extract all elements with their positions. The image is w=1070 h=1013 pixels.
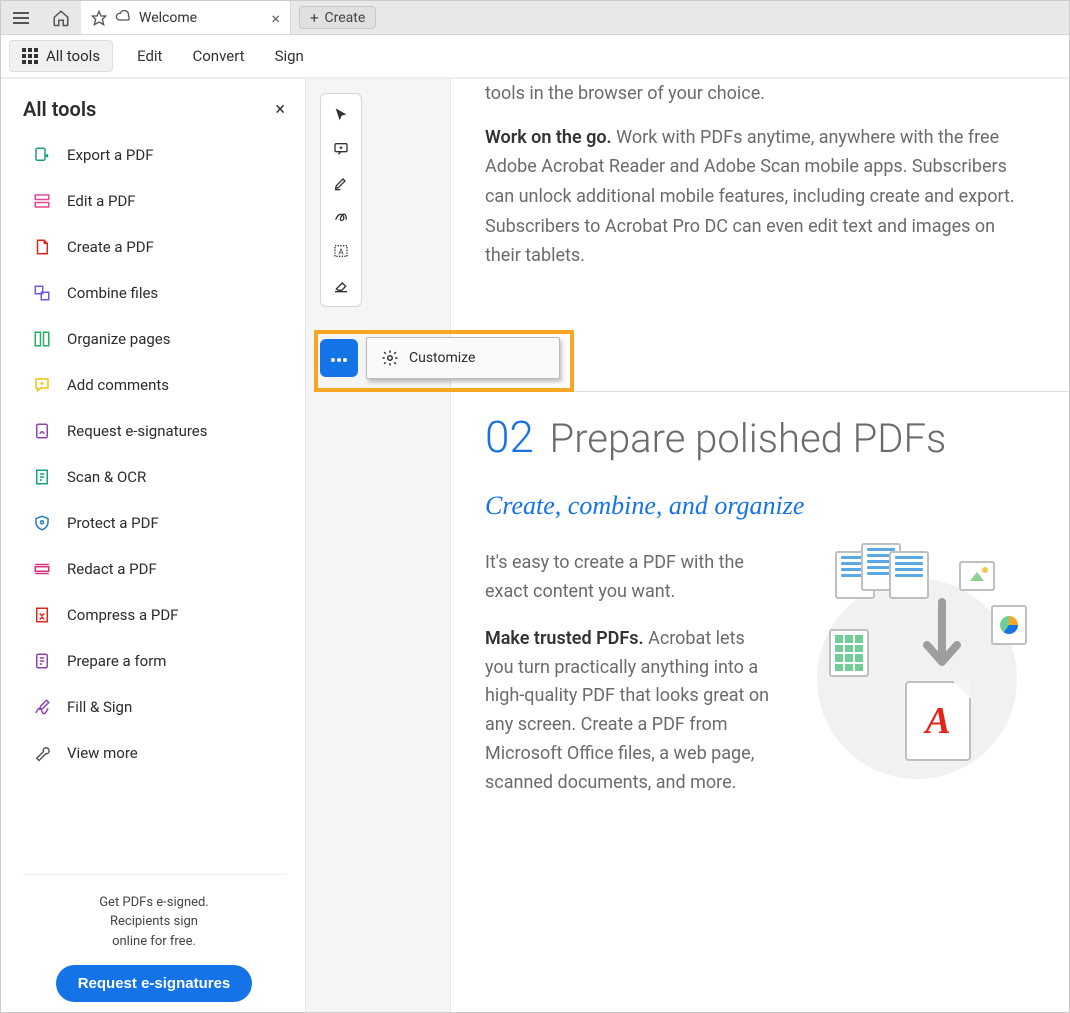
panel-title: All tools: [23, 97, 96, 121]
promo-text: Get PDFs e-signed. Recipients sign onlin…: [23, 893, 285, 952]
tool-label: Compress a PDF: [67, 606, 178, 624]
tool-list: Export a PDF Edit a PDF Create a PDF Com…: [23, 139, 285, 874]
ellipsis-icon: [330, 350, 348, 366]
svg-text:A: A: [338, 247, 344, 256]
document-viewer[interactable]: tools in the browser of your choice. Wor…: [451, 79, 1069, 1012]
scan-icon: [33, 468, 51, 486]
request-esignatures-button[interactable]: Request e-signatures: [56, 965, 253, 1002]
tool-add-comments[interactable]: Add comments: [33, 369, 285, 401]
home-button[interactable]: [41, 1, 81, 34]
customize-popover[interactable]: Customize: [366, 337, 560, 379]
tool-view-more[interactable]: View more: [33, 737, 285, 769]
tool-label: Protect a PDF: [67, 514, 159, 532]
tool-scan-ocr[interactable]: Scan & OCR: [33, 461, 285, 493]
section-02: 02 Prepare polished PDFs Create, combine…: [485, 411, 1035, 797]
more-tools-button[interactable]: [320, 339, 358, 377]
star-icon: [91, 10, 107, 26]
comment-icon: [33, 376, 51, 394]
esign-icon: [33, 422, 51, 440]
gear-icon: [381, 349, 399, 367]
tool-label: Request e-signatures: [67, 422, 208, 440]
tool-label: Fill & Sign: [67, 698, 132, 716]
hamburger-menu-button[interactable]: [1, 1, 41, 34]
promo-box: Get PDFs e-signed. Recipients sign onlin…: [23, 874, 285, 1003]
export-icon: [33, 146, 51, 164]
menu-bar: Edit Convert Sign: [119, 35, 304, 77]
cloud-icon: [115, 9, 131, 27]
close-panel-button[interactable]: ×: [275, 99, 285, 120]
tool-export-pdf[interactable]: Export a PDF: [33, 139, 285, 171]
edit-icon: [33, 192, 51, 210]
tool-prepare-form[interactable]: Prepare a form: [33, 645, 285, 677]
body-para-2: Make trusted PDFs. Acrobat lets you turn…: [485, 625, 775, 798]
down-arrow-icon: [917, 597, 967, 687]
body-text-workgo: Work on the go. Work with PDFs anytime, …: [485, 123, 1035, 271]
tool-label: Scan & OCR: [67, 468, 146, 486]
tool-label: Combine files: [67, 284, 158, 302]
tool-redact-pdf[interactable]: Redact a PDF: [33, 553, 285, 585]
tool-organize-pages[interactable]: Organize pages: [33, 323, 285, 355]
fillsign-icon: [33, 698, 51, 716]
all-tools-label: All tools: [46, 47, 100, 65]
tool-fill-sign[interactable]: Fill & Sign: [33, 691, 285, 723]
home-icon: [52, 9, 70, 27]
form-icon: [33, 652, 51, 670]
document-tab[interactable]: Welcome ×: [81, 1, 291, 34]
compress-icon: [33, 606, 51, 624]
select-tool[interactable]: [326, 100, 356, 130]
all-tools-button[interactable]: All tools: [9, 40, 113, 72]
tool-create-pdf[interactable]: Create a PDF: [33, 231, 285, 263]
protect-icon: [33, 514, 51, 532]
tab-title: Welcome: [139, 10, 197, 26]
section-subhead: Create, combine, and organize: [485, 491, 1035, 521]
menu-edit[interactable]: Edit: [137, 47, 162, 65]
illustration: A: [805, 549, 1030, 794]
body-text-fragment: tools in the browser of your choice.: [485, 79, 1035, 109]
tool-label: Create a PDF: [67, 238, 154, 256]
textselect-tool[interactable]: A: [326, 236, 356, 266]
quick-toolbar: A: [320, 93, 362, 307]
pdf-file-icon: A: [905, 681, 971, 761]
hamburger-icon: [13, 12, 29, 24]
erase-tool[interactable]: [326, 270, 356, 300]
highlight-tool[interactable]: [326, 168, 356, 198]
tool-protect-pdf[interactable]: Protect a PDF: [33, 507, 285, 539]
tool-label: Prepare a form: [67, 652, 166, 670]
title-bar: Welcome × + Create: [1, 1, 1069, 35]
tool-compress-pdf[interactable]: Compress a PDF: [33, 599, 285, 631]
tool-label: Edit a PDF: [67, 192, 136, 210]
sub-toolbar: All tools Edit Convert Sign: [1, 35, 1069, 79]
plus-icon: +: [310, 9, 319, 27]
quick-tools-strip: A Customize: [306, 79, 451, 1012]
tool-request-esignatures[interactable]: Request e-signatures: [33, 415, 285, 447]
combine-icon: [33, 284, 51, 302]
tool-label: View more: [67, 744, 138, 762]
all-tools-panel: All tools × Export a PDF Edit a PDF Crea…: [1, 79, 306, 1012]
comment-tool[interactable]: [326, 134, 356, 164]
create-icon: [33, 238, 51, 256]
create-tab-button[interactable]: + Create: [299, 6, 376, 29]
tool-label: Add comments: [67, 376, 169, 394]
tool-label: Export a PDF: [67, 146, 154, 164]
tool-edit-pdf[interactable]: Edit a PDF: [33, 185, 285, 217]
organize-icon: [33, 330, 51, 348]
redact-icon: [33, 560, 51, 578]
grid-icon: [22, 48, 38, 64]
create-label: Create: [325, 10, 366, 26]
customize-label: Customize: [409, 350, 475, 366]
close-tab-button[interactable]: ×: [271, 9, 280, 28]
menu-convert[interactable]: Convert: [192, 47, 244, 65]
body-para-1: It's easy to create a PDF with the exact…: [485, 549, 775, 607]
draw-tool[interactable]: [326, 202, 356, 232]
tool-label: Redact a PDF: [67, 560, 157, 578]
wrench-icon: [33, 744, 51, 762]
tool-combine-files[interactable]: Combine files: [33, 277, 285, 309]
menu-sign[interactable]: Sign: [275, 47, 304, 65]
section-heading: 02 Prepare polished PDFs: [485, 411, 1035, 463]
tool-label: Organize pages: [67, 330, 170, 348]
